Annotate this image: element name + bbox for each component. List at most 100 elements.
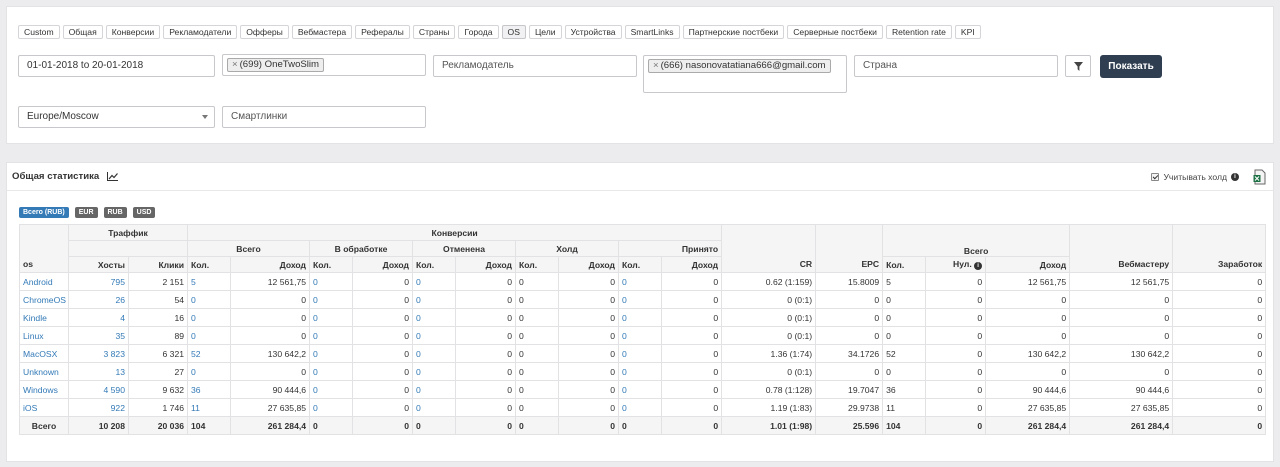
- table-cell[interactable]: 0: [412, 398, 457, 417]
- table-cell-os[interactable]: MacOSX: [19, 344, 69, 363]
- tab-0[interactable]: Custom: [18, 25, 60, 39]
- table-cell[interactable]: 13: [68, 362, 129, 381]
- table-cell[interactable]: 0: [412, 272, 457, 291]
- table-cell[interactable]: 3 823: [68, 344, 129, 363]
- table-cell[interactable]: 0: [309, 380, 354, 399]
- table-cell[interactable]: 0: [412, 344, 457, 363]
- table-cell[interactable]: 0: [309, 308, 354, 327]
- tab-9[interactable]: OS: [501, 25, 526, 39]
- currency-badge[interactable]: EUR: [74, 207, 98, 218]
- table-cell[interactable]: 4 590: [68, 380, 129, 399]
- show-button[interactable]: Показать: [1100, 55, 1162, 78]
- table-cell-os[interactable]: iOS: [19, 398, 69, 417]
- table-cell[interactable]: 0: [618, 326, 663, 345]
- hold-checkbox[interactable]: [1151, 173, 1160, 181]
- table-cell[interactable]: 0: [618, 344, 663, 363]
- chip-remove-icon[interactable]: ×: [653, 60, 659, 71]
- table-cell[interactable]: 0: [309, 326, 354, 345]
- table-cell-os[interactable]: ChromeOS: [19, 290, 69, 309]
- table-cell[interactable]: 0: [618, 290, 663, 309]
- tab-13[interactable]: Партнерские постбеки: [682, 25, 785, 39]
- table-cell[interactable]: 0: [412, 308, 457, 327]
- offer-select[interactable]: × (699) OneTwoSlim: [222, 54, 426, 76]
- col-qty[interactable]: Кол.: [618, 256, 663, 273]
- tab-4[interactable]: Офферы: [240, 25, 289, 39]
- table-cell[interactable]: 5: [187, 272, 232, 291]
- currency-badge[interactable]: RUB: [103, 207, 127, 218]
- col-qty[interactable]: Кол.: [515, 256, 560, 273]
- excel-export-icon[interactable]: [1253, 169, 1267, 185]
- col-income[interactable]: Доход: [558, 256, 620, 273]
- smartlinks-select[interactable]: Смартлинки: [222, 106, 426, 128]
- table-cell[interactable]: 0: [618, 362, 663, 381]
- col-hosts[interactable]: Хосты: [68, 256, 129, 273]
- chart-icon[interactable]: [107, 172, 119, 181]
- col-qty[interactable]: Кол.: [882, 256, 927, 273]
- table-cell[interactable]: 0: [618, 380, 663, 399]
- tab-7[interactable]: Страны: [412, 25, 456, 39]
- table-cell[interactable]: 0: [309, 344, 354, 363]
- table-cell-os[interactable]: Unknown: [19, 362, 69, 381]
- table-cell[interactable]: 0: [309, 398, 354, 417]
- table-cell[interactable]: 0: [618, 398, 663, 417]
- table-cell-os[interactable]: Windows: [19, 380, 69, 399]
- table-cell-os[interactable]: Android: [19, 272, 69, 291]
- table-cell[interactable]: 4: [68, 308, 129, 327]
- tab-12[interactable]: SmartLinks: [624, 25, 680, 39]
- hold-toggle[interactable]: Учитывать холд i: [1151, 172, 1239, 182]
- timezone-select[interactable]: Europe/Moscow: [18, 106, 215, 128]
- table-cell[interactable]: 795: [68, 272, 129, 291]
- table-cell[interactable]: 0: [309, 362, 354, 381]
- tab-5[interactable]: Вебмастера: [291, 25, 353, 39]
- tab-6[interactable]: Рефералы: [355, 25, 410, 39]
- table-cell[interactable]: 0: [412, 326, 457, 345]
- tab-16[interactable]: KPI: [954, 25, 981, 39]
- table-cell-os[interactable]: Kindle: [19, 308, 69, 327]
- table-cell[interactable]: 35: [68, 326, 129, 345]
- chip-remove-icon[interactable]: ×: [232, 59, 238, 70]
- tab-15[interactable]: Retention rate: [885, 25, 952, 39]
- col-earned[interactable]: Заработок: [1172, 224, 1267, 273]
- currency-badge[interactable]: USD: [132, 207, 156, 218]
- country-select[interactable]: Страна: [854, 55, 1058, 77]
- table-cell[interactable]: 11: [187, 398, 232, 417]
- table-cell[interactable]: 0: [618, 308, 663, 327]
- col-cr[interactable]: CR: [721, 224, 817, 273]
- table-cell[interactable]: 0: [187, 308, 232, 327]
- filter-button[interactable]: [1065, 55, 1091, 77]
- webmaster-chip[interactable]: × (666) nasonovatatiana666@gmail.com: [648, 59, 831, 73]
- table-cell[interactable]: 922: [68, 398, 129, 417]
- offer-chip[interactable]: × (699) OneTwoSlim: [227, 58, 325, 72]
- col-income[interactable]: Доход: [230, 256, 311, 273]
- tab-10[interactable]: Цели: [528, 25, 562, 39]
- tab-14[interactable]: Серверные постбеки: [787, 25, 883, 39]
- col-income[interactable]: Доход: [985, 256, 1071, 273]
- table-cell[interactable]: 26: [68, 290, 129, 309]
- table-cell[interactable]: 52: [187, 344, 232, 363]
- table-cell[interactable]: 0: [618, 272, 663, 291]
- tab-3[interactable]: Рекламодатели: [163, 25, 238, 39]
- currency-badge[interactable]: Всего (RUB): [19, 207, 69, 218]
- tab-11[interactable]: Устройства: [564, 25, 622, 39]
- table-cell[interactable]: 0: [412, 380, 457, 399]
- col-income[interactable]: Доход: [661, 256, 723, 273]
- col-qty[interactable]: Кол.: [412, 256, 457, 273]
- tab-2[interactable]: Конверсии: [105, 25, 161, 39]
- table-cell[interactable]: 0: [309, 290, 354, 309]
- tab-8[interactable]: Города: [458, 25, 499, 39]
- table-cell[interactable]: 0: [412, 362, 457, 381]
- tab-1[interactable]: Общая: [62, 25, 103, 39]
- table-cell[interactable]: 0: [187, 290, 232, 309]
- table-cell[interactable]: 36: [187, 380, 232, 399]
- col-os[interactable]: os: [19, 224, 69, 273]
- col-qty[interactable]: Кол.: [309, 256, 354, 273]
- webmaster-select[interactable]: × (666) nasonovatatiana666@gmail.com: [643, 55, 847, 93]
- table-cell[interactable]: 0: [187, 326, 232, 345]
- advertiser-select[interactable]: Рекламодатель: [433, 55, 637, 77]
- col-qty[interactable]: Кол.: [187, 256, 232, 273]
- col-income[interactable]: Доход: [455, 256, 517, 273]
- col-nul[interactable]: Нул. i: [925, 256, 987, 273]
- date-range-input[interactable]: 01-01-2018 to 20-01-2018: [18, 55, 215, 77]
- table-cell[interactable]: 0: [187, 362, 232, 381]
- col-clicks[interactable]: Клики: [127, 256, 189, 273]
